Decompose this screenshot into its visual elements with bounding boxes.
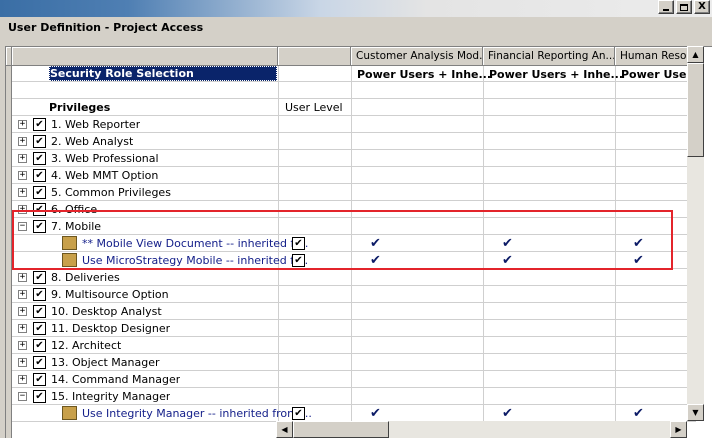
privilege-group-label: 11. Desktop Designer: [51, 322, 171, 335]
window-titlebar: X: [0, 0, 712, 17]
column-header-user-level[interactable]: [278, 47, 351, 66]
expand-icon[interactable]: +: [18, 358, 27, 367]
customer-role-check-icon: ✔: [370, 406, 381, 421]
scroll-left-button[interactable]: ◀: [276, 421, 293, 438]
privilege-group-row[interactable]: + ✔ 8. Deliveries: [6, 269, 696, 286]
privileges-header: Privileges: [49, 101, 111, 114]
privilege-group-checkbox[interactable]: ✔: [33, 118, 46, 131]
expand-icon[interactable]: +: [18, 324, 27, 333]
privilege-group-checkbox[interactable]: ✔: [33, 271, 46, 284]
privilege-group-checkbox[interactable]: ✔: [33, 322, 46, 335]
expand-icon[interactable]: +: [18, 120, 27, 129]
security-role-selection[interactable]: Security Role Selection: [49, 66, 277, 81]
privilege-group-row[interactable]: − ✔ 15. Integrity Manager: [6, 388, 696, 405]
scroll-right-button[interactable]: ▶: [670, 421, 687, 438]
scroll-down-button[interactable]: ▼: [687, 404, 704, 421]
privilege-group-checkbox[interactable]: ✔: [33, 356, 46, 369]
privilege-group-checkbox[interactable]: ✔: [33, 169, 46, 182]
expand-icon[interactable]: +: [18, 341, 27, 350]
privilege-group-row[interactable]: + ✔ 10. Desktop Analyst: [6, 303, 696, 320]
highlight-annotation: [12, 210, 673, 270]
user-level-checkbox[interactable]: ✔: [292, 407, 305, 420]
column-header-privilege[interactable]: [12, 47, 278, 66]
privilege-group-checkbox[interactable]: ✔: [33, 390, 46, 403]
privilege-group-row[interactable]: + ✔ 13. Object Manager: [6, 354, 696, 371]
maximize-icon: [680, 3, 688, 11]
privilege-group-label: 12. Architect: [51, 339, 122, 352]
scroll-up-button[interactable]: ▲: [687, 46, 704, 63]
privilege-group-row[interactable]: + ✔ 2. Web Analyst: [6, 133, 696, 150]
privilege-group-row[interactable]: + ✔ 4. Web MMT Option: [6, 167, 696, 184]
privilege-group-label: 2. Web Analyst: [51, 135, 134, 148]
vertical-scroll-thumb[interactable]: [687, 63, 704, 157]
privilege-group-checkbox[interactable]: ✔: [33, 186, 46, 199]
expand-icon[interactable]: +: [18, 154, 27, 163]
privilege-group-label: 10. Desktop Analyst: [51, 305, 162, 318]
column-headers: Customer Analysis Mod... Financial Repor…: [6, 47, 696, 66]
privilege-group-checkbox[interactable]: ✔: [33, 135, 46, 148]
dialog-title: User Definition - Project Access: [8, 21, 204, 34]
privilege-group-checkbox[interactable]: ✔: [33, 152, 46, 165]
minimize-button[interactable]: [658, 0, 674, 14]
privilege-group-label: 9. Multisource Option: [51, 288, 169, 301]
expand-icon[interactable]: +: [18, 375, 27, 384]
privilege-key-icon: [62, 406, 77, 420]
expand-icon[interactable]: +: [18, 290, 27, 299]
privilege-subrow[interactable]: Use Integrity Manager -- inherited from …: [6, 405, 696, 422]
privilege-label: Use Integrity Manager -- inherited from …: [82, 407, 312, 420]
collapse-icon[interactable]: −: [18, 392, 27, 401]
privilege-group-checkbox[interactable]: ✔: [33, 288, 46, 301]
privilege-group-row[interactable]: + ✔ 11. Desktop Designer: [6, 320, 696, 337]
privilege-group-label: 13. Object Manager: [51, 356, 160, 369]
window-controls: X: [656, 0, 710, 14]
human-role-check-icon: ✔: [633, 406, 644, 421]
expand-icon[interactable]: +: [18, 188, 27, 197]
privilege-group-row[interactable]: + ✔ 5. Common Privileges: [6, 184, 696, 201]
privilege-group-label: 1. Web Reporter: [51, 118, 141, 131]
privilege-group-label: 14. Command Manager: [51, 373, 181, 386]
privilege-group-label: 8. Deliveries: [51, 271, 120, 284]
financial-role-check-icon: ✔: [502, 406, 513, 421]
privilege-group-checkbox[interactable]: ✔: [33, 373, 46, 386]
privilege-group-checkbox[interactable]: ✔: [33, 305, 46, 318]
expand-icon[interactable]: +: [18, 273, 27, 282]
close-button[interactable]: X: [694, 0, 710, 14]
privilege-group-label: 3. Web Professional: [51, 152, 159, 165]
minimize-icon: [663, 8, 669, 11]
privilege-group-label: 15. Integrity Manager: [51, 390, 171, 403]
financial-role-value[interactable]: Power Users + Inhe...: [489, 66, 623, 83]
privilege-group-row[interactable]: + ✔ 9. Multisource Option: [6, 286, 696, 303]
privilege-group-checkbox[interactable]: ✔: [33, 339, 46, 352]
privilege-group-label: 4. Web MMT Option: [51, 169, 159, 182]
expand-icon[interactable]: +: [18, 307, 27, 316]
grid-hline: [12, 98, 696, 99]
expand-icon[interactable]: +: [18, 171, 27, 180]
vertical-scrollbar[interactable]: ▲ ▼: [687, 46, 704, 421]
customer-role-value[interactable]: Power Users + Inhe...: [357, 66, 491, 83]
privilege-group-row[interactable]: + ✔ 12. Architect: [6, 337, 696, 354]
column-header-human[interactable]: Human Resou: [615, 47, 696, 66]
privilege-group-row[interactable]: + ✔ 3. Web Professional: [6, 150, 696, 167]
user-level-header: User Level: [285, 101, 343, 114]
horizontal-scrollbar[interactable]: ◀ ▶: [276, 421, 687, 438]
column-header-customer[interactable]: Customer Analysis Mod...: [351, 47, 483, 66]
expand-icon[interactable]: +: [18, 137, 27, 146]
privilege-group-label: 5. Common Privileges: [51, 186, 171, 199]
privilege-group-row[interactable]: + ✔ 1. Web Reporter: [6, 116, 696, 133]
privilege-group-row[interactable]: + ✔ 14. Command Manager: [6, 371, 696, 388]
column-header-financial[interactable]: Financial Reporting An...: [483, 47, 615, 66]
maximize-button[interactable]: [676, 0, 692, 14]
horizontal-scroll-thumb[interactable]: [293, 421, 389, 438]
